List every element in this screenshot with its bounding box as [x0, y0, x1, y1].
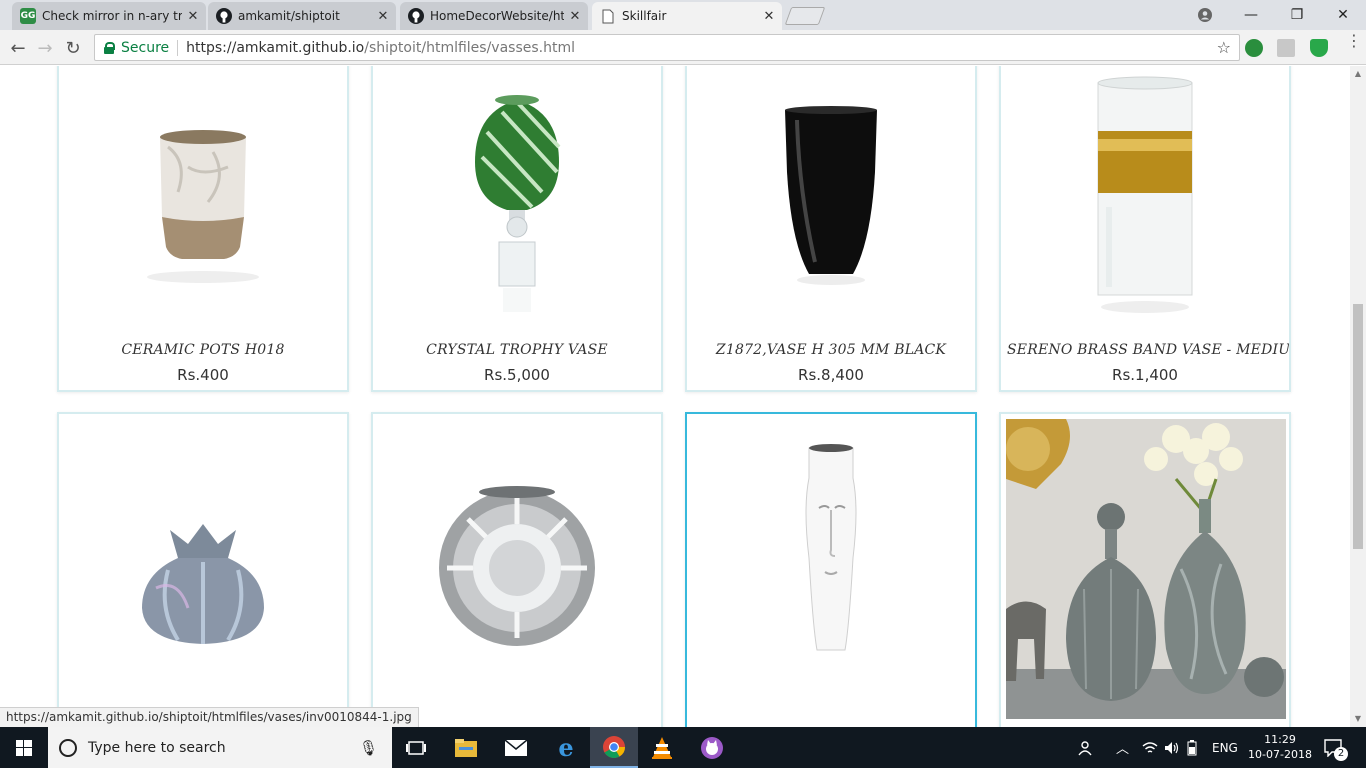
windows-taskbar: Type here to search 🎙 e ︿ ENG 11:29 10-0… [0, 727, 1366, 768]
search-placeholder: Type here to search [88, 739, 226, 756]
product-image[interactable] [377, 66, 657, 332]
chrome-icon[interactable] [590, 727, 638, 768]
scroll-up-arrow-icon[interactable]: ▲ [1353, 69, 1363, 79]
forward-arrow-icon[interactable]: → [33, 36, 57, 60]
geeksforgeeks-icon: GG [20, 8, 36, 24]
profile-icon[interactable] [1182, 0, 1228, 30]
browser-tab-strip: GG Check mirror in n-ary tree ✕ amkamit/… [0, 0, 1366, 30]
minimize-button[interactable]: — [1228, 0, 1274, 30]
link-status-bubble: https://amkamit.github.io/shiptoit/htmlf… [0, 707, 419, 727]
close-icon[interactable]: ✕ [376, 9, 390, 24]
lock-icon [103, 41, 115, 54]
github-icon [408, 8, 424, 24]
product-card[interactable] [685, 412, 977, 727]
microphone-icon[interactable]: 🎙 [359, 739, 378, 757]
tab-title: Skillfair [622, 9, 667, 23]
secure-label: Secure [121, 39, 179, 56]
battery-icon[interactable] [1187, 727, 1197, 768]
product-image[interactable] [691, 418, 971, 688]
tab-title: amkamit/shiptoit [238, 9, 340, 23]
extension-globe-icon[interactable] [1245, 39, 1263, 57]
taskbar-search-box[interactable]: Type here to search 🎙 [48, 727, 392, 768]
product-image[interactable] [1005, 66, 1285, 332]
restore-button[interactable]: ❐ [1274, 0, 1320, 30]
product-image[interactable] [691, 66, 971, 332]
scrollbar-thumb[interactable] [1353, 304, 1363, 549]
clock-time: 11:29 [1264, 733, 1296, 746]
tab-geeksforgeeks[interactable]: GG Check mirror in n-ary tree ✕ [12, 2, 206, 30]
tab-title: HomeDecorWebsite/htm [430, 9, 564, 23]
product-card[interactable] [999, 412, 1291, 727]
page-icon [600, 8, 616, 24]
product-price: Rs.5,000 [484, 366, 550, 384]
url-path: /shiptoit/htmlfiles/vasses.html [364, 39, 575, 56]
product-image[interactable] [377, 418, 657, 688]
scroll-down-arrow-icon[interactable]: ▼ [1353, 714, 1363, 724]
close-icon[interactable]: ✕ [568, 9, 582, 24]
back-arrow-icon[interactable]: ← [6, 36, 30, 60]
wifi-icon[interactable] [1142, 727, 1158, 768]
product-image[interactable] [63, 66, 343, 332]
product-name[interactable]: SERENO BRASS BAND VASE - MEDIU [1001, 342, 1289, 358]
reload-icon[interactable]: ↻ [61, 36, 85, 60]
mail-icon[interactable] [492, 727, 540, 768]
product-image[interactable] [63, 418, 343, 688]
edge-browser-icon[interactable]: e [542, 727, 590, 768]
menu-kebab-icon[interactable]: ⋮ [1346, 33, 1362, 49]
product-card[interactable] [371, 412, 663, 727]
product-price: Rs.1,400 [1112, 366, 1178, 384]
product-image[interactable] [1006, 419, 1286, 719]
cortana-icon [59, 738, 77, 757]
task-view-icon[interactable] [392, 727, 440, 768]
notification-count-badge: 2 [1334, 747, 1348, 761]
product-name[interactable]: CERAMIC POTS H018 [59, 342, 347, 358]
tab-github-homedecor[interactable]: HomeDecorWebsite/htm ✕ [400, 2, 588, 30]
chevron-up-icon[interactable]: ︿ [1116, 727, 1129, 768]
clock-date: 10-07-2018 [1248, 748, 1312, 761]
product-card[interactable]: CERAMIC POTS H018 Rs.400 [57, 66, 349, 392]
url-host: https://amkamit.github.io [186, 39, 365, 56]
address-bar[interactable]: Secure https://amkamit.github.io /shipto… [94, 34, 1240, 61]
volume-icon[interactable] [1164, 727, 1180, 768]
people-icon[interactable] [1078, 727, 1096, 768]
product-name[interactable]: Z1872,VASE H 305 MM BLACK [687, 342, 975, 358]
tab-skillfair[interactable]: Skillfair ✕ [592, 2, 782, 30]
product-card[interactable]: SERENO BRASS BAND VASE - MEDIU Rs.1,400 [999, 66, 1291, 392]
file-explorer-icon[interactable] [442, 727, 490, 768]
bookmark-star-icon[interactable]: ☆ [1217, 38, 1231, 57]
browser-toolbar: ← → ↻ Secure https://amkamit.github.io /… [0, 30, 1366, 65]
extension-shield-icon[interactable] [1310, 39, 1328, 57]
language-indicator[interactable]: ENG [1212, 727, 1238, 768]
vertical-scrollbar[interactable]: ▲ ▼ [1350, 66, 1366, 727]
product-card[interactable] [57, 412, 349, 727]
vlc-icon[interactable] [638, 727, 686, 768]
cat-app-icon[interactable] [688, 727, 736, 768]
product-price: Rs.400 [177, 366, 229, 384]
tab-github-shiptoit[interactable]: amkamit/shiptoit ✕ [208, 2, 396, 30]
product-card[interactable]: CRYSTAL TROPHY VASE Rs.5,000 [371, 66, 663, 392]
product-name[interactable]: CRYSTAL TROPHY VASE [373, 342, 661, 358]
extension-pdf-icon[interactable] [1277, 39, 1295, 57]
github-icon [216, 8, 232, 24]
product-price: Rs.8,400 [798, 366, 864, 384]
product-card[interactable]: Z1872,VASE H 305 MM BLACK Rs.8,400 [685, 66, 977, 392]
windows-start-icon[interactable] [0, 727, 48, 768]
close-icon[interactable]: ✕ [186, 9, 200, 24]
notification-center-icon[interactable]: 2 [1324, 727, 1348, 768]
system-clock[interactable]: 11:29 10-07-2018 [1248, 732, 1312, 762]
close-window-button[interactable]: ✕ [1320, 0, 1366, 30]
close-icon[interactable]: ✕ [762, 9, 776, 24]
new-tab-button[interactable] [784, 7, 826, 25]
page-viewport: CERAMIC POTS H018 Rs.400 CRYSTAL TROPHY … [0, 66, 1350, 727]
tab-title: Check mirror in n-ary tree [42, 9, 182, 23]
